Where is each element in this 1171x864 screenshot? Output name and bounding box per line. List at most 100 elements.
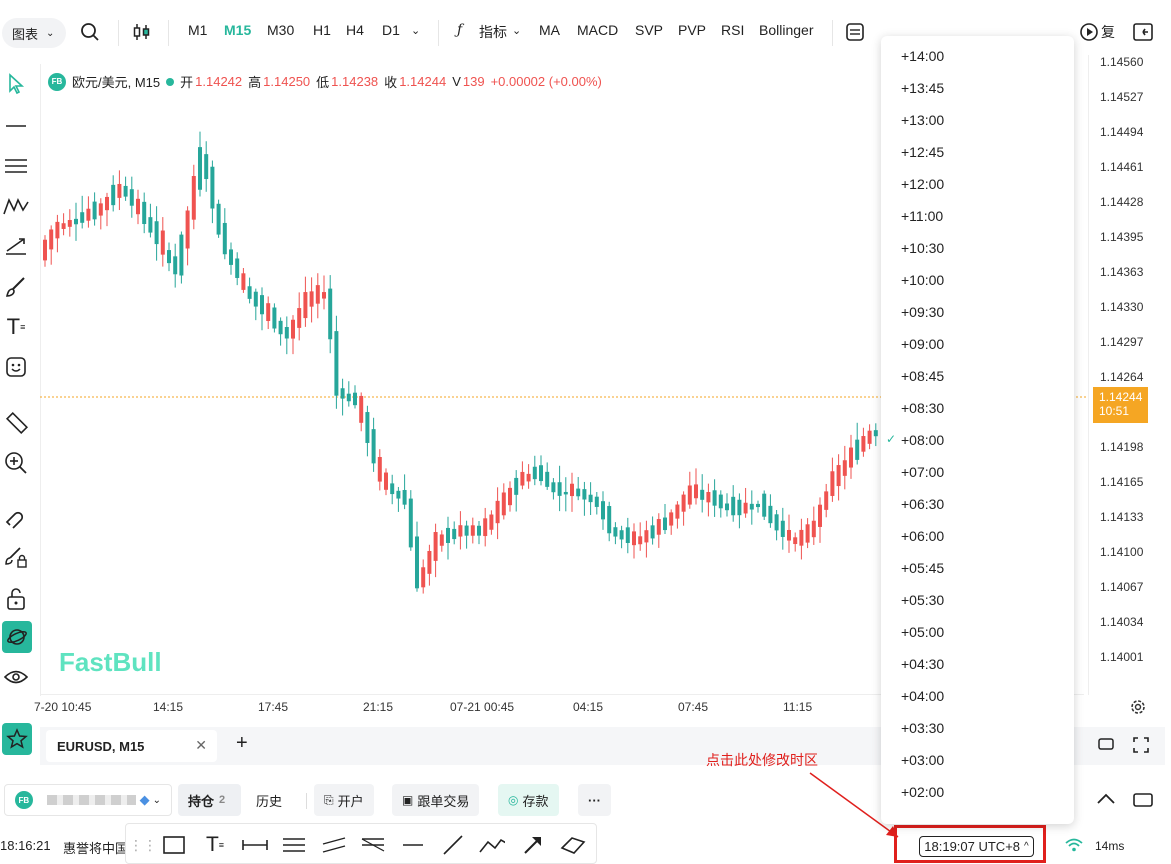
timezone-option[interactable]: +08:30 xyxy=(881,392,1074,424)
timeframe-h1[interactable]: H1 xyxy=(313,22,331,38)
function-icon[interactable]: ƒ xyxy=(457,22,462,38)
timezone-option[interactable]: +05:45 xyxy=(881,552,1074,584)
candlestick-icon[interactable] xyxy=(131,21,153,46)
timezone-clock-button[interactable]: 18:19:07 UTC+8 ^ xyxy=(919,836,1034,857)
favorites-star-icon[interactable] xyxy=(2,723,32,755)
hide-drawings-icon[interactable] xyxy=(2,621,32,653)
trend-line-icon[interactable] xyxy=(440,832,466,858)
panel-toggle-icon[interactable] xyxy=(1133,793,1153,810)
timeframe-m15[interactable]: M15 xyxy=(224,22,251,38)
channel-icon[interactable] xyxy=(321,832,347,858)
candle-body xyxy=(532,466,537,480)
indicator-svp[interactable]: SVP xyxy=(635,22,663,38)
indicator-ma[interactable]: MA xyxy=(539,22,560,38)
timezone-option[interactable]: +12:00 xyxy=(881,168,1074,200)
unlock-icon[interactable] xyxy=(3,586,29,612)
indicator-bollinger[interactable]: Bollinger xyxy=(759,22,813,38)
deposit-button[interactable]: ◎ 存款 xyxy=(498,784,559,816)
indicator-rsi[interactable]: RSI xyxy=(721,22,744,38)
account-selector[interactable]: FB ◆ ⌄ xyxy=(4,784,172,816)
symbol-name[interactable]: 欧元/美元, M15 xyxy=(72,72,160,91)
close-value: 1.14244 xyxy=(399,74,447,89)
chevron-down-icon[interactable]: ⌄ xyxy=(411,24,420,37)
magnet-icon[interactable] xyxy=(3,504,29,530)
timeframe-d1[interactable]: D1 xyxy=(382,22,400,38)
timezone-option[interactable]: +12:45 xyxy=(881,136,1074,168)
pattern-icon[interactable] xyxy=(3,193,29,219)
range-icon[interactable] xyxy=(242,832,268,858)
horizontal-line-icon[interactable] xyxy=(3,113,29,139)
candle-body xyxy=(55,221,60,239)
timeframe-h4[interactable]: H4 xyxy=(346,22,364,38)
replay-icon[interactable] xyxy=(1079,22,1099,45)
zoom-in-icon[interactable] xyxy=(3,450,29,476)
close-icon[interactable]: ✕ xyxy=(195,737,207,754)
tab-history[interactable]: 历史 xyxy=(246,784,293,816)
timezone-option[interactable]: +05:00 xyxy=(881,616,1074,648)
cursor-icon[interactable] xyxy=(3,71,29,97)
horizontal-line-icon[interactable] xyxy=(400,832,426,858)
text-tool-icon[interactable]: T ≡ xyxy=(202,832,228,858)
lock-drawing-icon[interactable] xyxy=(3,544,29,570)
timezone-option[interactable]: +05:30 xyxy=(881,584,1074,616)
timezone-option[interactable]: +06:00 xyxy=(881,520,1074,552)
parallel-lines-icon[interactable] xyxy=(3,153,29,179)
fibonacci-icon[interactable] xyxy=(360,832,386,858)
timezone-option[interactable]: +14:00 xyxy=(881,40,1074,72)
replay-label[interactable]: 复 xyxy=(1101,22,1115,42)
timezone-option[interactable]: +10:00 xyxy=(881,264,1074,296)
fastbull-watermark: FastBull xyxy=(59,647,162,677)
timezone-option[interactable]: +02:00 xyxy=(881,776,1074,808)
timezone-option[interactable]: +04:00 xyxy=(881,680,1074,712)
collapse-panel-icon[interactable] xyxy=(1132,22,1154,45)
indicator-pvp[interactable]: PVP xyxy=(678,22,706,38)
timezone-option[interactable]: +08:45 xyxy=(881,360,1074,392)
fibonacci-icon[interactable] xyxy=(3,233,29,259)
eraser-icon[interactable] xyxy=(560,832,586,858)
tab-eurusd-m15[interactable]: EURUSD, M15 ✕ xyxy=(46,730,217,762)
timezone-option[interactable]: +06:30 xyxy=(881,488,1074,520)
eye-icon[interactable] xyxy=(3,664,29,690)
emoji-icon[interactable] xyxy=(3,354,29,380)
indicators-button[interactable]: 指标 xyxy=(479,22,507,42)
timezone-option[interactable]: +13:00 xyxy=(881,104,1074,136)
indicator-macd[interactable]: MACD xyxy=(577,22,618,38)
chart-settings-icon[interactable] xyxy=(1130,699,1146,718)
price-axis[interactable]: 1.14560 1.14527 1.14494 1.14461 1.14428 … xyxy=(1086,55,1171,695)
price-label: 1.14395 xyxy=(1100,230,1144,244)
candle-body xyxy=(818,504,822,527)
news-ticker[interactable]: 惠誉将中国 xyxy=(63,838,128,857)
timezone-option[interactable]: +03:00 xyxy=(881,744,1074,776)
drag-handle-icon[interactable]: ⋮⋮ xyxy=(129,832,157,858)
more-options-icon[interactable]: ··· xyxy=(578,784,611,816)
tab-positions[interactable]: 持仓 2 xyxy=(178,784,241,816)
ruler-icon[interactable] xyxy=(3,410,29,436)
timezone-option[interactable]: +11:00 xyxy=(881,200,1074,232)
rectangle-icon[interactable] xyxy=(161,832,187,858)
timezone-option[interactable]: +09:30 xyxy=(881,296,1074,328)
timezone-option[interactable]: +13:45 xyxy=(881,72,1074,104)
timeframe-m30[interactable]: M30 xyxy=(267,22,294,38)
timezone-option[interactable]: +09:00 xyxy=(881,328,1074,360)
template-icon[interactable] xyxy=(845,22,865,45)
timezone-option[interactable]: +07:00 xyxy=(881,456,1074,488)
arrow-icon[interactable] xyxy=(520,832,546,858)
polyline-icon[interactable] xyxy=(479,832,505,858)
timezone-option[interactable]: +10:30 xyxy=(881,232,1074,264)
brush-icon[interactable] xyxy=(3,274,29,300)
copy-trade-button[interactable]: ▣ 跟单交易 xyxy=(392,784,480,816)
chevron-down-icon[interactable]: ⌄ xyxy=(512,24,521,37)
fullscreen-icon[interactable] xyxy=(1133,737,1149,756)
add-tab-icon[interactable]: + xyxy=(236,732,248,755)
timeframe-m1[interactable]: M1 xyxy=(188,22,207,38)
text-tool-icon[interactable]: T ≡ xyxy=(3,314,29,340)
open-account-button[interactable]: ⎘ 开户 xyxy=(314,784,374,816)
timezone-option[interactable]: +04:30 xyxy=(881,648,1074,680)
chevron-up-icon[interactable] xyxy=(1096,793,1116,808)
parallel-lines-icon[interactable] xyxy=(281,832,307,858)
chart-menu-button[interactable]: 图表 ⌄ xyxy=(2,18,66,48)
search-icon[interactable] xyxy=(80,22,100,45)
window-icon[interactable] xyxy=(1098,737,1114,754)
timezone-option-selected[interactable]: ✓ +08:00 xyxy=(881,424,1074,456)
timezone-option[interactable]: +03:30 xyxy=(881,712,1074,744)
